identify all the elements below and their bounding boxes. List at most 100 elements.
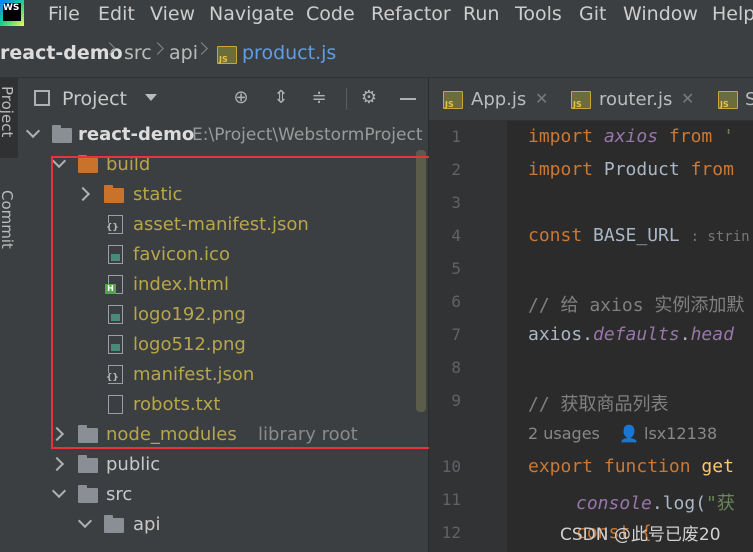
code-line: import Product from [528, 159, 734, 180]
chevron-right-icon[interactable] [49, 456, 65, 472]
tab-router-js[interactable]: router.js ✕ [557, 78, 707, 120]
annotation-red-box [51, 156, 442, 449]
code-token: import [528, 159, 594, 180]
js-file-icon [217, 46, 237, 64]
close-icon[interactable]: ✕ [535, 89, 548, 108]
minimize-icon[interactable] [400, 98, 416, 100]
code-token: "获 [706, 493, 735, 514]
tool-window-stripe: Project Commit [0, 78, 19, 552]
code-token: . [679, 324, 691, 345]
code-token: .log( [651, 493, 707, 514]
menu-tools[interactable]: Tools [515, 3, 562, 25]
js-file-icon [718, 91, 738, 109]
code-token: axios. [528, 324, 594, 345]
menu-view[interactable]: View [150, 3, 195, 25]
tree-label-src: src [106, 484, 133, 505]
code-line: const BASE_URL : strin [528, 225, 750, 246]
line-number: 7 [451, 325, 461, 344]
menu-refactor[interactable]: Refactor [371, 3, 451, 25]
tree-label-public: public [106, 454, 161, 475]
code-token: Product [603, 159, 680, 180]
tab-label: App.js [471, 89, 527, 110]
code-editor[interactable]: import axios from ' import Product from … [507, 121, 753, 552]
breadcrumb-project[interactable]: react-demo [0, 42, 123, 64]
chevron-down-icon[interactable] [51, 483, 67, 499]
stripe-commit-label[interactable]: Commit [0, 190, 16, 249]
code-token: BASE_URL [593, 225, 680, 246]
folder-icon [104, 515, 124, 533]
code-token: head [690, 324, 734, 345]
menu-help[interactable]: Help [712, 3, 753, 25]
folder-icon [52, 125, 72, 143]
code-token: ' [723, 126, 734, 147]
stripe-project-label[interactable]: Project [0, 86, 16, 137]
tab-label: S [745, 89, 753, 110]
tree-label-api: api [133, 514, 161, 535]
author-name: lsx12138 [644, 424, 718, 443]
code-token: from [668, 126, 713, 147]
line-number: 8 [451, 358, 461, 377]
line-number: 1 [451, 127, 461, 146]
code-token: import [528, 126, 594, 147]
code-comment: // 获取商品列表 [528, 394, 669, 415]
tree-row-root[interactable]: react-demo E:\Project\WebstormProject [18, 120, 428, 150]
folder-icon [78, 485, 98, 503]
breadcrumb-file[interactable]: product.js [242, 42, 336, 64]
tree-root-path: E:\Project\WebstormProject [192, 125, 423, 145]
menu-git[interactable]: Git [579, 3, 606, 25]
breadcrumb-src[interactable]: src [124, 42, 152, 64]
line-number: 12 [441, 523, 461, 542]
tree-row-public[interactable]: public [18, 450, 428, 480]
toolbar-divider [346, 88, 347, 110]
menu-file[interactable]: File [48, 3, 80, 25]
code-token: const [528, 225, 583, 246]
user-icon: 👤 [618, 424, 639, 443]
line-number: 11 [441, 490, 461, 509]
collapse-all-icon[interactable]: ≑ [309, 88, 329, 108]
menu-code[interactable]: Code [306, 3, 355, 25]
tab-app-js[interactable]: App.js ✕ [429, 78, 556, 120]
js-file-icon [571, 91, 591, 109]
breadcrumb-api[interactable]: api [169, 42, 198, 64]
menu-bar: WS File Edit View Navigate Code Refactor… [0, 0, 753, 30]
line-number: 6 [451, 292, 461, 311]
code-token: function [603, 456, 691, 477]
locate-icon[interactable]: ⊕ [231, 88, 251, 108]
breadcrumb: react-demo src api product.js [0, 30, 753, 78]
line-number: 10 [441, 457, 461, 476]
chevron-right-icon [151, 42, 164, 55]
tab-partial[interactable]: S [708, 78, 753, 120]
tree-row-api[interactable]: api [18, 510, 428, 540]
usage-hint[interactable]: 2 usages 👤 lsx12138 [528, 424, 717, 443]
code-token: get [701, 456, 734, 477]
menu-edit[interactable]: Edit [98, 3, 135, 25]
folder-icon [78, 455, 98, 473]
line-number: 9 [451, 391, 461, 410]
project-panel-title[interactable]: Project [62, 88, 127, 110]
usages-count: 2 usages [528, 424, 600, 443]
expand-all-icon[interactable]: ⇕ [271, 88, 291, 108]
logo-text: WS [3, 3, 21, 21]
menu-navigate[interactable]: Navigate [209, 3, 294, 25]
menu-window[interactable]: Window [623, 3, 698, 25]
project-view-icon [34, 90, 50, 106]
code-line: axios.defaults.head [528, 324, 734, 345]
chevron-down-icon[interactable] [145, 94, 157, 101]
close-icon[interactable]: ✕ [681, 89, 694, 108]
gear-icon[interactable]: ⚙ [359, 88, 379, 108]
tab-label: router.js [599, 89, 673, 110]
code-line: import axios from ' [528, 126, 734, 147]
code-token: axios [603, 126, 659, 147]
line-number: 3 [451, 193, 461, 212]
line-number: 4 [451, 226, 461, 245]
code-comment: // 给 axios 实例添加默 [528, 295, 745, 316]
tree-row-src[interactable]: src [18, 480, 428, 510]
chevron-down-icon[interactable] [77, 513, 93, 529]
line-number: 5 [451, 259, 461, 278]
menu-run[interactable]: Run [463, 3, 499, 25]
chevron-down-icon[interactable] [25, 123, 41, 139]
webstorm-logo-icon[interactable]: WS [0, 0, 24, 26]
watermark: CSDN @此号已废20 [560, 525, 721, 545]
line-number: 2 [451, 160, 461, 179]
editor-tabs: App.js ✕ router.js ✕ S [429, 78, 753, 121]
